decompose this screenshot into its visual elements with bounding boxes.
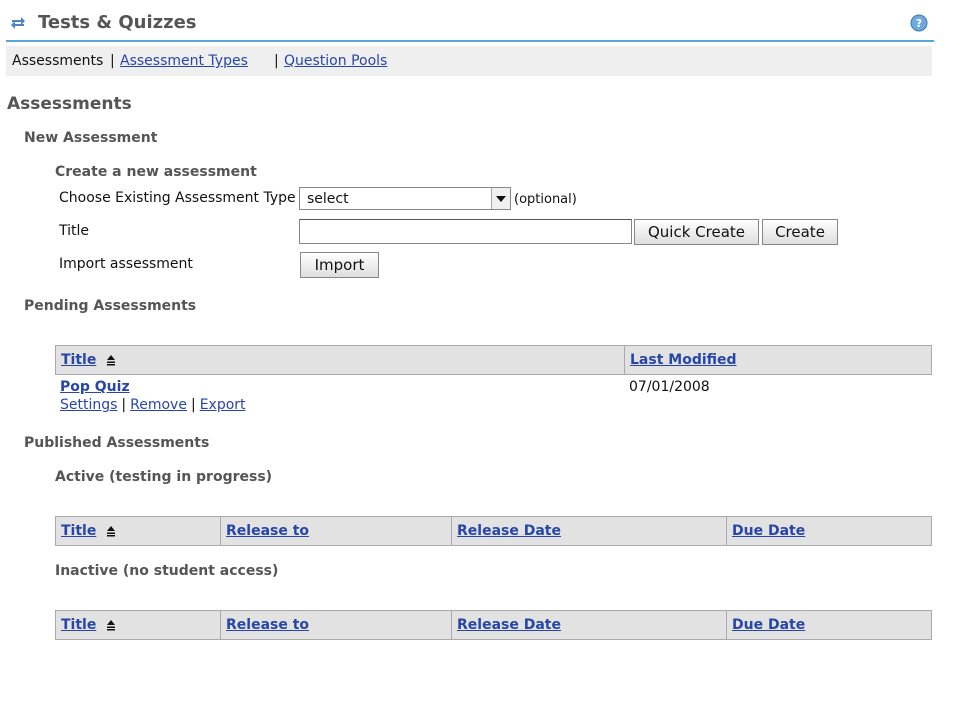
- assessment-type-selected: select: [307, 191, 349, 207]
- remove-link[interactable]: Remove: [130, 397, 187, 413]
- pending-col-last-modified-link[interactable]: Last Modified: [630, 352, 737, 368]
- inactive-col-release-to-link[interactable]: Release to: [226, 617, 309, 633]
- optional-note: (optional): [514, 192, 577, 207]
- pending-assessments-heading: Pending Assessments: [24, 298, 197, 314]
- title-label: Title: [59, 223, 90, 239]
- import-assessment-label: Import assessment: [59, 256, 193, 272]
- tool-title: Tests & Quizzes: [38, 12, 197, 33]
- inactive-heading: Inactive (no student access): [55, 563, 279, 579]
- assessment-type-label: Choose Existing Assessment Type: [59, 190, 296, 206]
- inactive-col-title[interactable]: Title: [56, 611, 221, 639]
- active-col-due-date[interactable]: Due Date: [727, 517, 931, 545]
- active-col-release-to[interactable]: Release to: [221, 517, 452, 545]
- inactive-col-release-date[interactable]: Release Date: [452, 611, 727, 639]
- pending-col-title-link[interactable]: Title: [61, 352, 96, 368]
- tool-header: Tests & Quizzes ?: [6, 8, 934, 42]
- inactive-col-release-date-link[interactable]: Release Date: [457, 617, 561, 633]
- nav-separator: |: [110, 53, 115, 69]
- action-separator: |: [190, 397, 196, 413]
- pending-row-actions: Settings | Remove | Export: [60, 397, 246, 413]
- nav-link-question-pools[interactable]: Question Pools: [284, 53, 387, 69]
- chevron-down-icon[interactable]: [491, 188, 510, 209]
- active-col-title[interactable]: Title: [56, 517, 221, 545]
- active-col-due-date-link[interactable]: Due Date: [732, 523, 805, 539]
- new-assessment-heading: New Assessment: [24, 130, 158, 146]
- pending-row-title[interactable]: Pop Quiz: [60, 379, 130, 395]
- create-button[interactable]: Create: [762, 219, 838, 245]
- action-separator: |: [121, 397, 127, 413]
- quick-create-button[interactable]: Quick Create: [634, 219, 759, 245]
- inactive-col-release-to[interactable]: Release to: [221, 611, 452, 639]
- assessment-type-select[interactable]: select: [299, 187, 511, 210]
- tool-nav: Assessments | Assessment Types | Questio…: [6, 46, 932, 76]
- refresh-icon[interactable]: [9, 14, 27, 32]
- nav-link-assessment-types[interactable]: Assessment Types: [120, 53, 248, 69]
- sort-ascending-icon[interactable]: [105, 619, 117, 631]
- sort-ascending-icon[interactable]: [105, 354, 117, 366]
- nav-separator: |: [274, 53, 279, 69]
- title-input[interactable]: [299, 219, 632, 244]
- published-assessments-heading: Published Assessments: [24, 435, 210, 451]
- nav-current-assessments: Assessments: [12, 53, 104, 69]
- pending-col-title[interactable]: Title: [56, 346, 625, 374]
- pending-col-last-modified[interactable]: Last Modified: [625, 346, 931, 374]
- active-heading: Active (testing in progress): [55, 469, 273, 485]
- create-assessment-subheading: Create a new assessment: [55, 164, 257, 180]
- inactive-col-due-date[interactable]: Due Date: [727, 611, 931, 639]
- sort-ascending-icon[interactable]: [105, 525, 117, 537]
- svg-text:?: ?: [916, 17, 922, 30]
- page-title: Assessments: [7, 94, 132, 114]
- inactive-col-due-date-link[interactable]: Due Date: [732, 617, 805, 633]
- active-col-release-to-link[interactable]: Release to: [226, 523, 309, 539]
- settings-link[interactable]: Settings: [60, 397, 117, 413]
- pending-table-header: Title Last Modified: [55, 345, 932, 375]
- inactive-table-header: Title Release to Release Date Due Date: [55, 610, 932, 640]
- active-col-release-date-link[interactable]: Release Date: [457, 523, 561, 539]
- active-col-title-link[interactable]: Title: [61, 523, 96, 539]
- help-icon[interactable]: ?: [910, 14, 928, 32]
- active-table-header: Title Release to Release Date Due Date: [55, 516, 932, 546]
- import-button[interactable]: Import: [300, 252, 379, 278]
- active-col-release-date[interactable]: Release Date: [452, 517, 727, 545]
- export-link[interactable]: Export: [200, 397, 246, 413]
- pending-row-last-modified: 07/01/2008: [629, 379, 710, 395]
- inactive-col-title-link[interactable]: Title: [61, 617, 96, 633]
